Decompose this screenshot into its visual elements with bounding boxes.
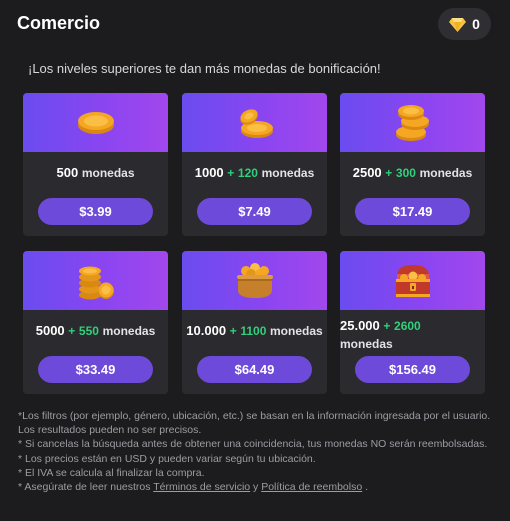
coin-amount: 25.000 + 2600 monedas — [340, 318, 421, 351]
coin-balance[interactable]: 0 — [438, 8, 491, 40]
coin-package-card[interactable]: 1000 + 120 monedas $7.49 — [182, 93, 327, 236]
refund-policy-link[interactable]: Política de reembolso — [261, 481, 362, 493]
price-button[interactable]: $156.49 — [355, 356, 470, 383]
note-filters: *Los filtros (por ejemplo, género, ubica… — [18, 410, 491, 437]
terms-link[interactable]: Términos de servicio — [153, 481, 250, 493]
card-header — [23, 251, 168, 310]
coin-package-card[interactable]: 5000 + 550 monedas $33.49 — [23, 251, 168, 394]
coin-pile-icon — [78, 266, 114, 299]
coin-package-card[interactable]: 10.000 + 1100 monedas $64.49 — [182, 251, 327, 394]
card-header — [182, 251, 327, 310]
balance-value: 0 — [472, 16, 480, 32]
price-button[interactable]: $64.49 — [197, 356, 312, 383]
single-coin-icon — [77, 111, 114, 134]
coin-amount: 500 monedas — [56, 165, 135, 180]
price-button[interactable]: $17.49 — [355, 198, 470, 225]
page-title: Comercio — [17, 13, 101, 33]
card-header — [340, 251, 485, 310]
note-prices: * Los precios están en USD y pueden vari… — [18, 452, 316, 465]
price-button[interactable]: $33.49 — [38, 356, 153, 383]
coin-package-card[interactable]: 25.000 + 2600 monedas $156.49 — [340, 251, 485, 394]
coin-package-card[interactable]: 2500 + 300 monedas $17.49 — [340, 93, 485, 236]
note-cancel: * Si cancelas la búsqueda antes de obten… — [18, 438, 488, 451]
coin-stack-icon — [395, 104, 429, 141]
note-vat: * El IVA se calcula al finalizar la comp… — [18, 466, 205, 479]
coin-pot-icon — [236, 262, 273, 298]
header: Comercio 0 — [0, 0, 510, 48]
two-coins-icon — [239, 108, 273, 138]
coin-amount: 5000 + 550 monedas — [35, 323, 156, 338]
price-button[interactable]: $7.49 — [197, 198, 312, 225]
card-header — [340, 93, 485, 152]
price-button[interactable]: $3.99 — [38, 198, 153, 225]
coin-amount: 1000 + 120 monedas — [194, 165, 315, 180]
coin-package-card[interactable]: 500 monedas $3.99 — [23, 93, 168, 236]
gem-icon — [449, 17, 467, 32]
coin-amount: 2500 + 300 monedas — [352, 165, 473, 180]
disclaimer-notes: *Los filtros (por ejemplo, género, ubica… — [18, 409, 498, 494]
card-header — [182, 93, 327, 152]
note-legal: * Asegúrate de leer nuestros Términos de… — [18, 481, 369, 494]
treasure-chest-icon — [395, 264, 430, 297]
coin-amount: 10.000 + 1100 monedas — [186, 323, 323, 338]
card-header — [23, 93, 168, 152]
bonus-subtitle: ¡Los niveles superiores te dan más moned… — [28, 61, 381, 76]
